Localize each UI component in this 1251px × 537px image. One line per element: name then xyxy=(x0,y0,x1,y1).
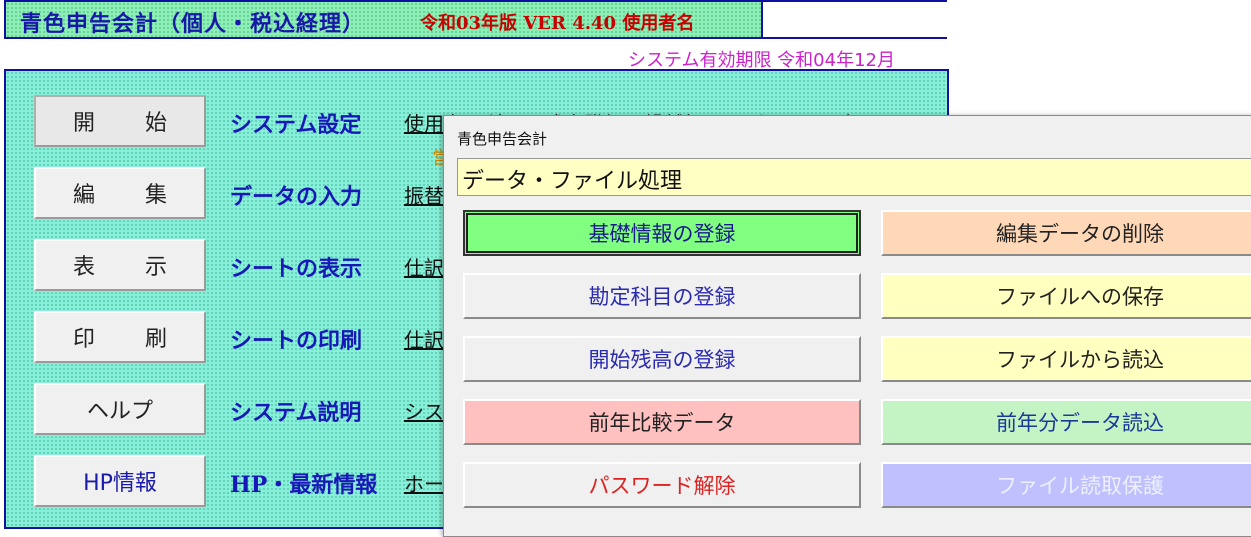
version-info: 令和03年版 VER 4.40 使用者名 xyxy=(420,13,695,34)
register-basic-info-button[interactable]: 基礎情報の登録 xyxy=(463,210,861,256)
sheet-display-link[interactable]: 仕訳 xyxy=(404,252,444,281)
save-to-file-button[interactable]: ファイルへの保存 xyxy=(881,273,1251,319)
section-label-sheet-display: シートの表示 xyxy=(230,256,363,282)
system-help-link[interactable]: シス xyxy=(404,396,444,425)
load-from-file-button[interactable]: ファイルから読込 xyxy=(881,336,1251,382)
register-opening-balance-button[interactable]: 開始残高の登録 xyxy=(463,336,861,382)
hp-info-link[interactable]: ホー xyxy=(404,468,444,497)
sheet-print-link[interactable]: 仕訳 xyxy=(404,324,444,353)
section-label-system-help: システム説明 xyxy=(230,400,362,426)
prior-year-comparison-button[interactable]: 前年比較データ xyxy=(463,399,861,445)
section-label-sheet-print: シートの印刷 xyxy=(230,328,363,354)
file-processing-dialog: 青色申告会計 データ・ファイル処理 基礎情報の登録 勘定科目の登録 開始残高の登… xyxy=(443,115,1251,537)
dialog-title: 青色申告会計 xyxy=(457,130,548,148)
section-label-data-input: データの入力 xyxy=(230,184,363,210)
dialog-header: データ・ファイル処理 xyxy=(457,158,1251,196)
section-label-system-settings: システム設定 xyxy=(230,112,362,138)
file-read-protection-button[interactable]: ファイル読取保護 xyxy=(881,462,1251,508)
print-button[interactable]: 印 刷 xyxy=(34,311,206,363)
display-button[interactable]: 表 示 xyxy=(34,239,206,291)
title-bar: 青色申告会計（個人・税込経理） 令和03年版 VER 4.40 使用者名 xyxy=(4,0,947,39)
start-button[interactable]: 開 始 xyxy=(34,95,206,147)
data-input-link[interactable]: 振替 xyxy=(404,180,444,209)
dialog-header-text: データ・ファイル処理 xyxy=(462,169,683,194)
help-button[interactable]: ヘルプ xyxy=(34,383,206,435)
section-label-hp-info: HP・最新情報 xyxy=(230,472,378,498)
register-accounts-button[interactable]: 勘定科目の登録 xyxy=(463,273,861,319)
password-release-button[interactable]: パスワード解除 xyxy=(463,462,861,508)
delete-edit-data-button[interactable]: 編集データの削除 xyxy=(881,210,1251,256)
edit-button[interactable]: 編 集 xyxy=(34,167,206,219)
user-name-field[interactable] xyxy=(761,2,947,37)
hp-info-button[interactable]: HP情報 xyxy=(34,455,206,507)
load-prior-year-data-button[interactable]: 前年分データ読込 xyxy=(881,399,1251,445)
app-title: 青色申告会計（個人・税込経理） xyxy=(20,11,366,37)
